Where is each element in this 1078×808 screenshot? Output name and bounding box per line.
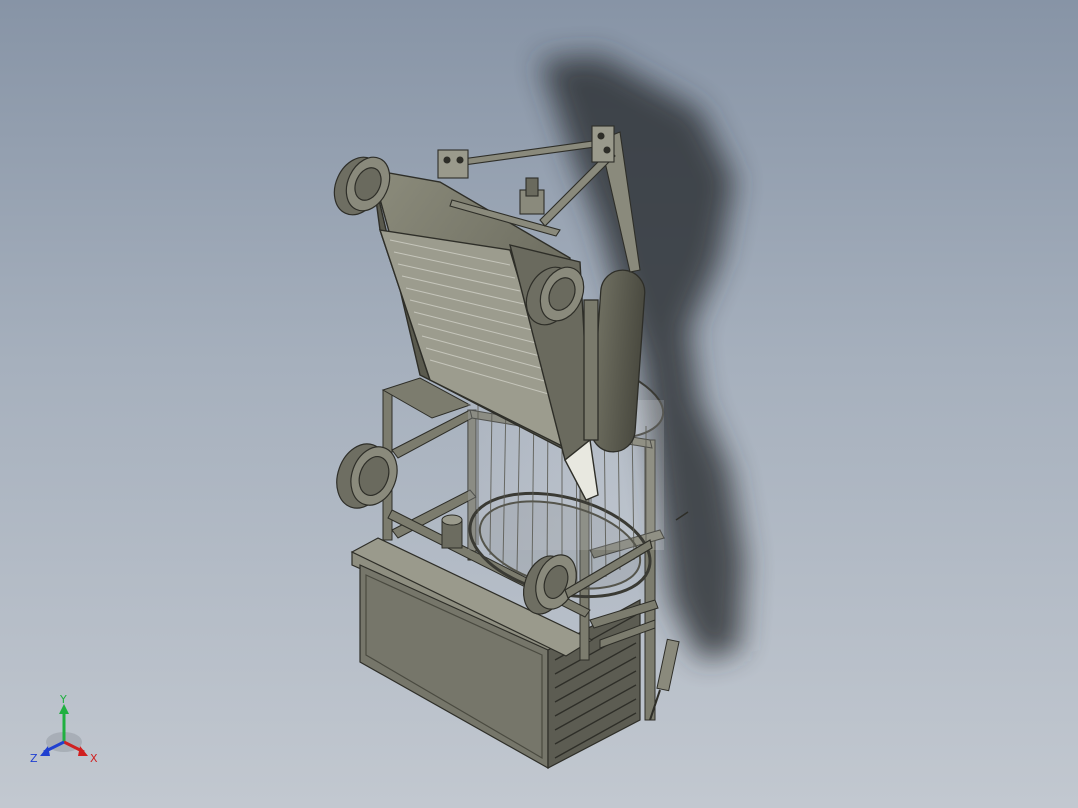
z-axis-label: Z	[30, 752, 38, 765]
y-axis-label: Y	[59, 693, 67, 706]
coordinate-triad: Y X Z	[30, 693, 98, 765]
cad-model-view[interactable]	[0, 0, 1078, 808]
small-cylinder[interactable]	[441, 514, 463, 549]
x-axis-label: X	[90, 752, 98, 765]
3d-viewport[interactable]: Y X Z	[0, 0, 1078, 808]
left-wheel[interactable]	[328, 437, 405, 515]
